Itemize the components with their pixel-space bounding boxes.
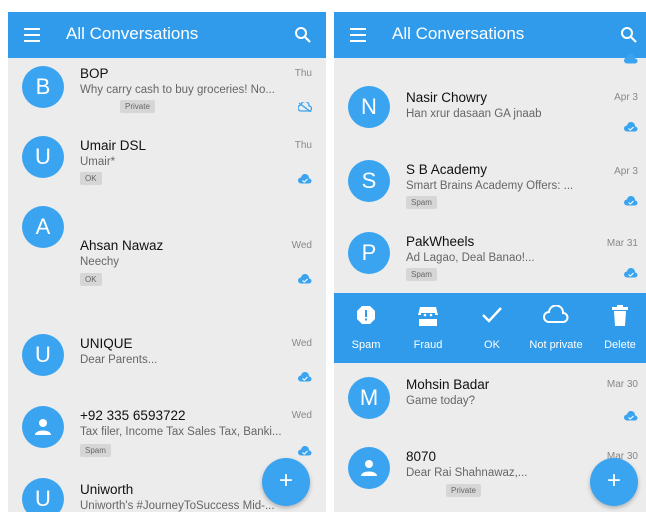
- cloud-done-icon: [298, 446, 312, 456]
- cloud-done-icon: [298, 174, 312, 184]
- screenshot-root: All Conversations B BOP Why carry cash t…: [0, 0, 646, 512]
- conversation-item[interactable]: U Umair DSL Umair* OK Thu: [8, 124, 326, 196]
- contact-name: Uniworth: [80, 482, 134, 497]
- avatar: U: [22, 334, 64, 376]
- fraud-action-button[interactable]: Fraud: [396, 293, 460, 363]
- menu-icon[interactable]: [350, 28, 366, 42]
- contact-name: S B Academy: [406, 162, 488, 177]
- search-icon[interactable]: [620, 26, 638, 44]
- avatar: A: [22, 206, 64, 248]
- message-snippet: Smart Brains Academy Offers: ...: [406, 180, 574, 192]
- message-date: Wed: [291, 338, 312, 349]
- message-date: Apr 3: [614, 166, 638, 177]
- cloud-done-icon: [624, 54, 638, 64]
- new-conversation-button[interactable]: +: [590, 458, 638, 506]
- right-screen: All Conversations N Nasir Chowry Han xru…: [334, 12, 646, 512]
- cloud-done-icon: [624, 268, 638, 278]
- action-label: Not private: [529, 339, 583, 351]
- action-label: Spam: [351, 339, 381, 351]
- message-snippet: Umair*: [80, 156, 116, 168]
- avatar: M: [348, 377, 390, 419]
- cloud-done-icon: [624, 411, 638, 421]
- avatar: N: [348, 86, 390, 128]
- action-label: Delete: [604, 339, 636, 351]
- message-snippet: Why carry cash to buy groceries! No...: [80, 84, 275, 96]
- status-badge: Private: [120, 100, 155, 113]
- avatar: P: [348, 232, 390, 274]
- fraud-thief-icon: [418, 307, 438, 326]
- person-icon: [35, 419, 51, 435]
- status-badge: Spam: [80, 444, 111, 457]
- status-badge: Spam: [406, 268, 437, 281]
- cloud-outline-icon: [543, 305, 569, 323]
- message-snippet: Dear Rai Shahnawaz,...: [406, 467, 528, 479]
- contact-name: 8070: [406, 449, 437, 464]
- action-label: OK: [484, 339, 500, 351]
- conversation-item[interactable]: U UNIQUE Dear Parents... Wed: [8, 306, 326, 390]
- conversation-item[interactable]: +92 335 6593722 Tax filer, Income Tax Sa…: [8, 390, 326, 464]
- status-badge: Spam: [406, 196, 437, 209]
- message-snippet: Uniworth's #JourneyToSuccess Mid-...: [80, 500, 275, 512]
- left-screen: All Conversations B BOP Why carry cash t…: [8, 12, 326, 512]
- avatar: S: [348, 160, 390, 202]
- message-date: Wed: [291, 240, 312, 251]
- cloud-done-icon: [298, 372, 312, 382]
- message-snippet: Dear Parents...: [80, 354, 158, 366]
- contact-name: Mohsin Badar: [406, 377, 490, 392]
- delete-action-button[interactable]: Delete: [588, 293, 646, 363]
- conversation-item[interactable]: B BOP Why carry cash to buy groceries! N…: [8, 58, 326, 124]
- message-snippet: Game today?: [406, 395, 476, 407]
- cloud-off-icon: [298, 102, 312, 112]
- contact-name: +92 335 6593722: [80, 408, 186, 423]
- app-bar: All Conversations: [334, 12, 646, 58]
- new-conversation-button[interactable]: +: [262, 458, 310, 506]
- contact-name: Umair DSL: [80, 138, 147, 153]
- selection-action-bar: Spam Fraud OK Not private Delete: [334, 293, 646, 363]
- contact-name: UNIQUE: [80, 336, 133, 351]
- check-icon: [482, 307, 502, 323]
- avatar: [22, 406, 64, 448]
- avatar: B: [22, 66, 64, 108]
- ok-action-button[interactable]: OK: [460, 293, 524, 363]
- message-date: Thu: [294, 140, 312, 151]
- not-private-action-button[interactable]: Not private: [524, 293, 588, 363]
- avatar: [348, 447, 390, 489]
- action-label: Fraud: [413, 339, 443, 351]
- spam-octagon-icon: [357, 306, 375, 324]
- cloud-done-icon: [298, 274, 312, 284]
- conversation-item[interactable]: S S B Academy Smart Brains Academy Offer…: [334, 150, 646, 222]
- cloud-done-icon: [624, 196, 638, 206]
- cloud-done-icon: [624, 122, 638, 132]
- contact-name: Nasir Chowry: [406, 90, 488, 105]
- message-date: Thu: [294, 68, 312, 79]
- status-badge: OK: [80, 172, 102, 185]
- contact-name: PakWheels: [406, 234, 475, 249]
- conversation-item[interactable]: M Mohsin Badar Game today? Mar 30: [334, 363, 646, 435]
- message-date: Wed: [291, 410, 312, 421]
- status-badge: Private: [446, 484, 481, 497]
- contact-name: Ahsan Nawaz: [80, 238, 164, 253]
- contact-name: BOP: [80, 66, 109, 81]
- avatar: U: [22, 136, 64, 178]
- app-title: All Conversations: [392, 24, 525, 43]
- menu-icon[interactable]: [24, 28, 40, 42]
- conversation-item[interactable]: N Nasir Chowry Han xrur dasaan GA jnaab …: [334, 78, 646, 150]
- person-icon: [361, 460, 377, 476]
- trash-icon: [612, 305, 628, 326]
- message-snippet: Tax filer, Income Tax Sales Tax, Banki..…: [80, 426, 282, 438]
- conversation-item[interactable]: A Ahsan Nawaz Neechy OK Wed: [8, 196, 326, 306]
- search-icon[interactable]: [294, 26, 312, 44]
- status-badge: OK: [80, 273, 102, 286]
- message-snippet: Han xrur dasaan GA jnaab: [406, 108, 542, 120]
- message-date: Mar 30: [606, 379, 638, 390]
- message-snippet: Neechy: [80, 256, 119, 268]
- app-bar: All Conversations: [8, 12, 326, 58]
- message-date: Apr 3: [614, 92, 638, 103]
- message-date: Mar 31: [606, 238, 638, 249]
- message-snippet: Ad Lagao, Deal Banao!...: [406, 252, 535, 264]
- app-title: All Conversations: [66, 24, 199, 43]
- spam-action-button[interactable]: Spam: [334, 293, 398, 363]
- avatar: U: [22, 478, 64, 512]
- conversation-item[interactable]: P PakWheels Ad Lagao, Deal Banao!... Spa…: [334, 222, 646, 293]
